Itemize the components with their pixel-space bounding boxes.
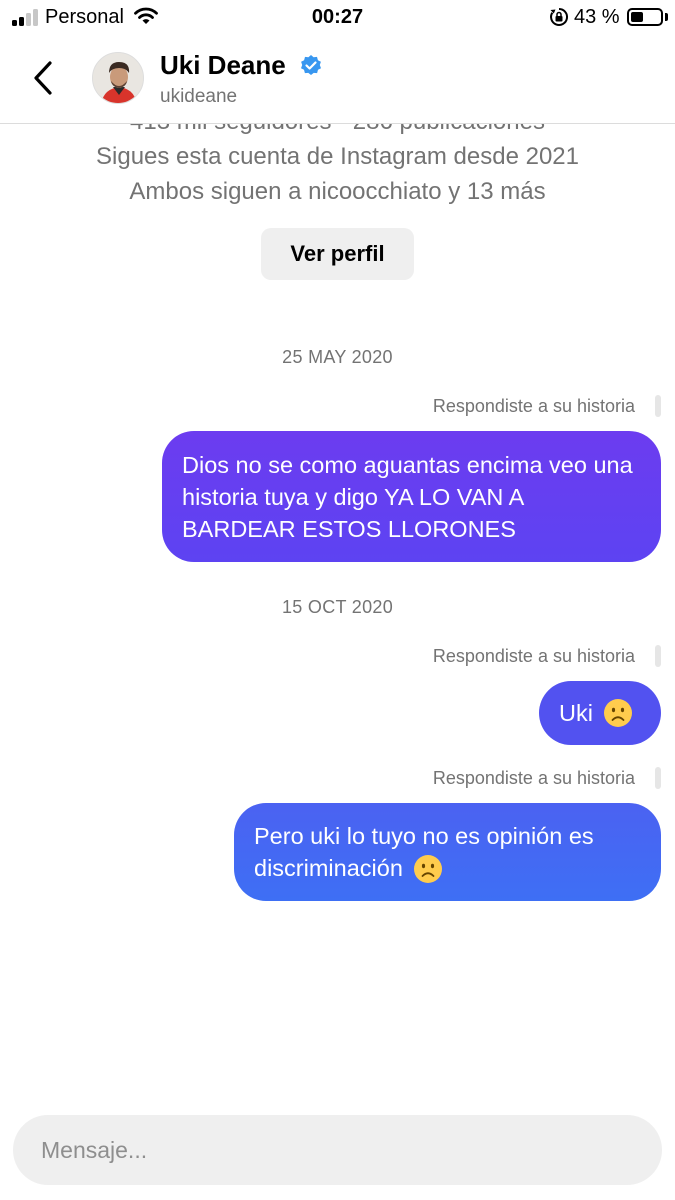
frowning-face-icon [413, 854, 443, 884]
sent-message-bubble[interactable]: Dios no se como aguantas encima veo una … [162, 431, 661, 562]
sent-message-bubble[interactable]: Uki [539, 681, 661, 745]
battery-percent: 43 % [574, 6, 620, 28]
story-reply-note: Respondiste a su historia [432, 768, 635, 788]
mutual-followers: Ambos siguen a nicoocchiato y 13 más [129, 178, 546, 205]
message-input[interactable] [41, 1115, 631, 1185]
rotation-lock-icon [549, 7, 569, 32]
story-reply-bar [655, 645, 661, 667]
date-separator: 25 MAY 2020 [282, 347, 393, 367]
message-text: Dios no se como aguantas encima veo una … [182, 451, 633, 542]
following-since: Sigues esta cuenta de Instagram desde 20… [96, 143, 579, 170]
profile-stats: 413 mil seguidores · 286 publicaciones [0, 124, 675, 136]
sent-message-bubble[interactable]: Pero uki lo tuyo no es opinión es discri… [234, 803, 661, 901]
story-reply-bar [655, 395, 661, 417]
battery-level [631, 12, 643, 22]
date-separator: 15 OCT 2020 [281, 597, 394, 617]
story-reply-bar [655, 767, 661, 789]
message-composer[interactable] [13, 1115, 662, 1185]
view-profile-button[interactable]: Ver perfil [261, 228, 414, 280]
contact-name[interactable]: Uki Deane [160, 50, 286, 81]
status-bar: Personal 00:27 43 % [0, 0, 675, 36]
battery-icon [627, 8, 663, 26]
story-reply-note: Respondiste a su historia [432, 396, 635, 416]
avatar[interactable] [92, 52, 144, 104]
verified-badge-icon [299, 54, 323, 83]
frowning-face-icon [603, 698, 633, 728]
battery-nub [665, 13, 668, 21]
contact-username[interactable]: ukideane [160, 86, 237, 108]
story-reply-note: Respondiste a su historia [432, 646, 635, 666]
message-text: Uki [559, 700, 593, 726]
message-text-wrapper: Pero uki lo tuyo no es opinión es discri… [254, 820, 641, 885]
back-chevron-icon[interactable] [28, 58, 60, 98]
profile-info: 413 mil seguidores · 286 publicaciones S… [0, 124, 675, 294]
chat-header: Uki Deane ukideane [0, 36, 675, 124]
